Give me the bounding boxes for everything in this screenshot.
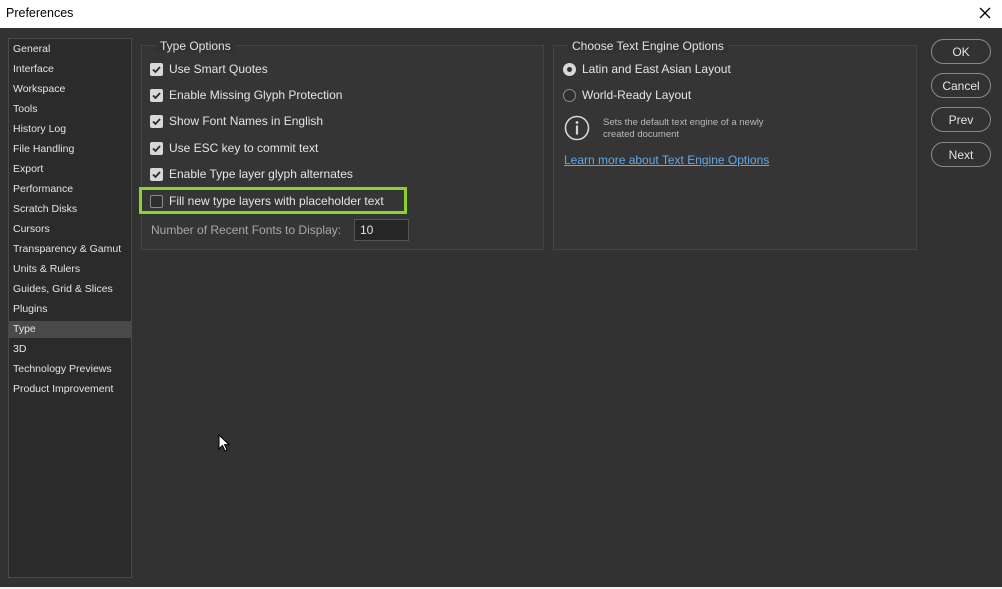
checkmark-icon[interactable]	[150, 167, 163, 181]
sidebar-item-interface[interactable]: Interface	[9, 61, 131, 78]
checkbox-fill-placeholder-text[interactable]: Fill new type layers with placeholder te…	[150, 192, 384, 210]
next-button[interactable]: Next	[931, 142, 991, 167]
sidebar-item-workspace[interactable]: Workspace	[9, 81, 131, 98]
prev-button[interactable]: Prev	[931, 107, 991, 132]
checkbox-missing-glyph-protection[interactable]: Enable Missing Glyph Protection	[150, 86, 342, 104]
radio-button[interactable]	[563, 88, 576, 102]
sidebar-item-plugins[interactable]: Plugins	[9, 301, 131, 318]
sidebar-item-file-handling[interactable]: File Handling	[9, 141, 131, 158]
sidebar-item-export[interactable]: Export	[9, 161, 131, 178]
sidebar-item-product-improvement[interactable]: Product Improvement	[9, 381, 131, 398]
checkbox-font-names-english[interactable]: Show Font Names in English	[150, 112, 323, 130]
checkmark-icon[interactable]	[150, 114, 163, 128]
cancel-button[interactable]: Cancel	[931, 73, 991, 98]
sidebar-item-general[interactable]: General	[9, 41, 131, 58]
sidebar-item-3d[interactable]: 3D	[9, 341, 131, 358]
recent-fonts-input[interactable]: 10	[354, 219, 409, 241]
sidebar-item-technology-previews[interactable]: Technology Previews	[9, 361, 131, 378]
sidebar-item-scratch-disks[interactable]: Scratch Disks	[9, 201, 131, 218]
checkbox-label: Use Smart Quotes	[169, 62, 268, 76]
window-title: Preferences	[6, 6, 74, 20]
info-icon	[564, 115, 590, 141]
sidebar-item-guides-grid-slices[interactable]: Guides, Grid & Slices	[9, 281, 131, 298]
checkbox-label: Use ESC key to commit text	[169, 141, 319, 155]
sidebar-item-tools[interactable]: Tools	[9, 101, 131, 118]
radio-latin-east-asian[interactable]: Latin and East Asian Layout	[563, 60, 731, 78]
radio-label: World-Ready Layout	[582, 88, 692, 102]
type-options-legend: Type Options	[156, 39, 235, 53]
title-bar: Preferences	[0, 0, 1002, 28]
sidebar-item-transparency-gamut[interactable]: Transparency & Gamut	[9, 241, 131, 258]
close-icon[interactable]	[974, 2, 996, 24]
sidebar-item-history-log[interactable]: History Log	[9, 121, 131, 138]
checkbox-esc-commit-text[interactable]: Use ESC key to commit text	[150, 139, 318, 157]
sidebar-item-performance[interactable]: Performance	[9, 181, 131, 198]
category-sidebar: General Interface Workspace Tools Histor…	[8, 38, 132, 578]
checkmark-icon[interactable]	[150, 141, 163, 155]
sidebar-item-units-rulers[interactable]: Units & Rulers	[9, 261, 131, 278]
checkbox-empty[interactable]	[150, 194, 163, 208]
checkbox-glyph-alternates[interactable]: Enable Type layer glyph alternates	[150, 165, 353, 183]
checkmark-icon[interactable]	[150, 62, 163, 76]
radio-button-selected[interactable]	[563, 62, 576, 76]
text-engine-info-text: Sets the default text engine of a newly …	[603, 117, 764, 140]
text-engine-legend: Choose Text Engine Options	[568, 39, 728, 53]
mouse-pointer-icon	[218, 433, 231, 452]
ok-button[interactable]: OK	[931, 39, 991, 64]
checkmark-icon[interactable]	[150, 88, 163, 102]
sidebar-item-cursors[interactable]: Cursors	[9, 221, 131, 238]
checkbox-label: Fill new type layers with placeholder te…	[169, 194, 384, 208]
checkbox-label: Enable Type layer glyph alternates	[169, 167, 353, 181]
preferences-dialog: General Interface Workspace Tools Histor…	[0, 28, 1002, 588]
radio-world-ready[interactable]: World-Ready Layout	[563, 86, 691, 104]
learn-more-link[interactable]: Learn more about Text Engine Options	[564, 153, 769, 167]
recent-fonts-label: Number of Recent Fonts to Display:	[151, 223, 342, 237]
radio-label: Latin and East Asian Layout	[582, 62, 731, 76]
sidebar-item-type[interactable]: Type	[9, 321, 131, 338]
checkbox-label: Enable Missing Glyph Protection	[169, 88, 343, 102]
checkbox-label: Show Font Names in English	[169, 114, 324, 128]
checkbox-use-smart-quotes[interactable]: Use Smart Quotes	[150, 60, 268, 78]
